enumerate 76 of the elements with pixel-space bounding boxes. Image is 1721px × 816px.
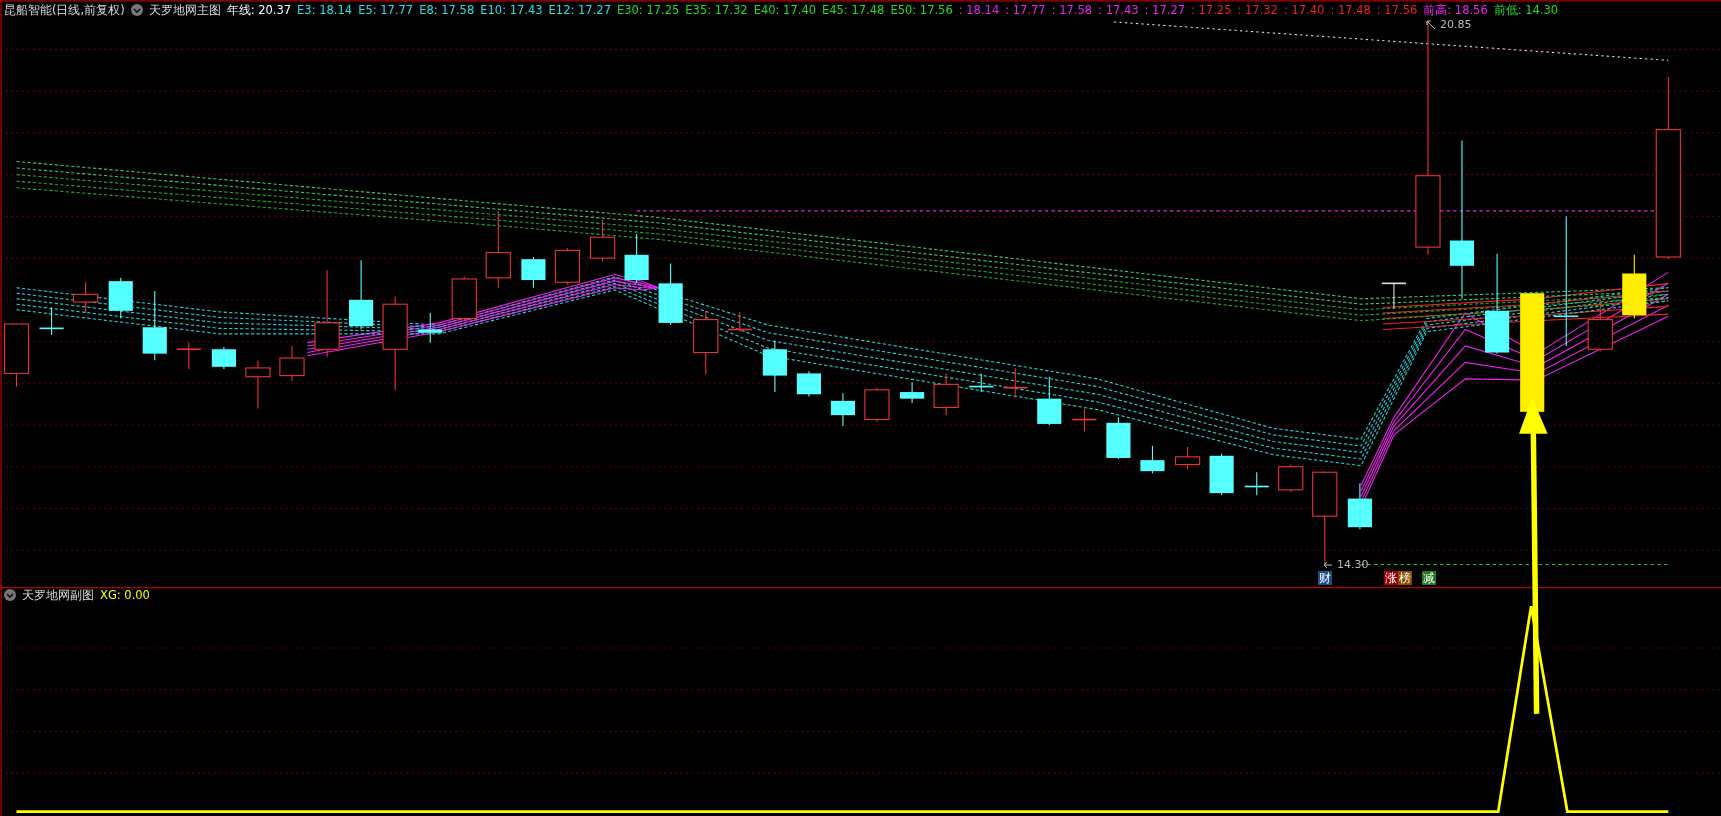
indicator-readout: E5: 17.77: [358, 2, 414, 18]
price-label: 20.85: [1440, 18, 1472, 31]
candlestick: [933, 372, 959, 416]
candlestick: [624, 233, 649, 284]
indicator-readout: E40: 17.40: [753, 2, 817, 18]
candlestick: [1037, 376, 1062, 426]
candlestick: [451, 276, 477, 322]
indicator-readout: : 17.32: [1237, 2, 1278, 18]
candlestick: [1243, 471, 1270, 496]
signal-tag: 榜: [1398, 571, 1412, 585]
candlestick: [830, 392, 855, 427]
candlestick: [554, 247, 581, 285]
candlestick: [1140, 445, 1165, 474]
candlestick: [900, 381, 925, 404]
candlestick: [38, 306, 65, 336]
indicator-readout: 前低: 14.30: [1493, 2, 1559, 18]
candlestick: [968, 372, 995, 393]
candlestick: [175, 342, 202, 370]
indicator-readout: E3: 18.14: [297, 2, 353, 18]
indicator-readout: 年线: 20.37: [226, 2, 292, 18]
indicator-readout: : 17.58: [1051, 2, 1093, 18]
candlestick: [349, 259, 374, 331]
signal-tag: 减: [1422, 571, 1436, 585]
indicator-readout: E50: 17.56: [890, 2, 953, 18]
candlestick: [796, 370, 821, 398]
indicator-readout: : 17.48: [1330, 2, 1371, 18]
candlestick: [521, 256, 546, 289]
indicator-readout: E8: 17.58: [419, 2, 475, 18]
indicator-readout: : 17.77: [1005, 2, 1046, 18]
indicator-readout: : 17.56: [1376, 2, 1418, 18]
candlestick: [762, 339, 787, 393]
candlestick: [726, 311, 753, 333]
candlestick: [211, 346, 236, 370]
indicator-readout: : 17.25: [1191, 2, 1232, 18]
candlestick: [864, 387, 890, 423]
candlestick: [1106, 416, 1131, 460]
indicator-readout: : 17.40: [1283, 2, 1325, 18]
candlestick: [658, 263, 683, 326]
indicator-readout: : 18.14: [958, 2, 1000, 18]
candlestick: [1347, 482, 1372, 530]
indicator-readout: E12: 17.27: [548, 2, 611, 18]
candlestick: [1622, 254, 1647, 320]
indicator-name: 天罗地网主图: [148, 2, 221, 18]
signal-tag: 涨: [1384, 571, 1398, 585]
candlestick: [418, 312, 443, 344]
indicator-readout: XG: 0.00: [100, 587, 150, 603]
candlestick: [108, 277, 133, 320]
candlestick: [1587, 299, 1613, 352]
indicator-readout: E45: 17.48: [822, 2, 885, 18]
candlestick: [1002, 367, 1029, 399]
candlestick: [1209, 453, 1234, 496]
leader-arrow-icon: [1426, 19, 1436, 30]
chart-title: 昆船智能(日线,前复权): [4, 2, 125, 18]
indicator-readout: E10: 17.43: [480, 2, 543, 18]
candlestick: [1381, 282, 1407, 310]
candlestick: [1071, 408, 1098, 433]
candlestick: [142, 290, 167, 361]
candlestick: [1278, 464, 1304, 493]
candlestick: [245, 359, 271, 410]
candlestick: [73, 281, 99, 314]
candlestick: [693, 310, 719, 376]
candlestick: [1174, 446, 1201, 470]
chevron-icon[interactable]: [130, 4, 143, 16]
leader-arrow-icon: [1323, 559, 1333, 570]
chevron-icon[interactable]: [4, 589, 16, 601]
indicator-readout: E35: 17.32: [685, 2, 748, 18]
price-label: 14.30: [1337, 558, 1369, 571]
indicator-readout: : 17.27: [1144, 2, 1185, 18]
candlestick: [3, 323, 30, 388]
indicator-readout: 前高: 18.56: [1423, 2, 1488, 18]
candlestick: [589, 219, 616, 262]
indicator-name: 天罗地网副图: [22, 587, 94, 603]
signal-tag: 财: [1318, 571, 1332, 585]
indicator-readout: : 17.43: [1098, 2, 1139, 18]
candlestick: [279, 345, 305, 382]
indicator-readout: E30: 17.25: [616, 2, 680, 18]
